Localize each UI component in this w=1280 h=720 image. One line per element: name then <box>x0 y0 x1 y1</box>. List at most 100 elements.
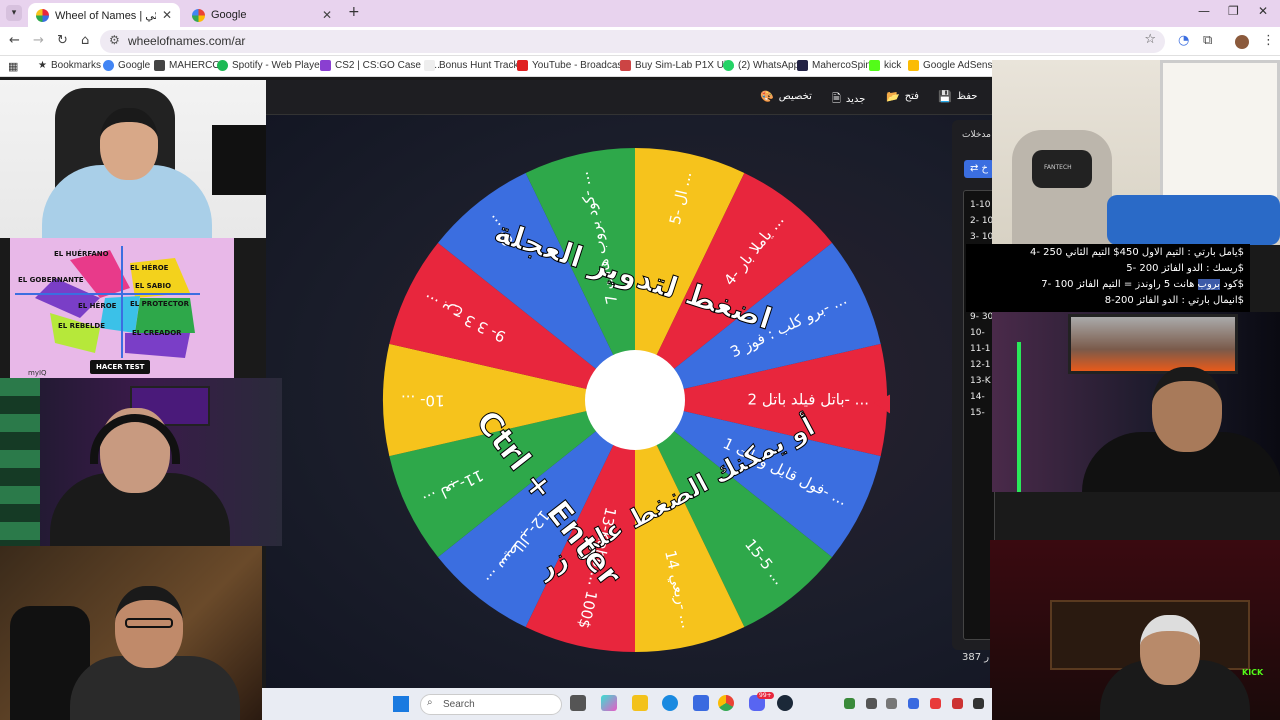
archetype-label: EL HÉROE <box>78 302 117 310</box>
customize-button[interactable]: 🎨 تخصيص <box>760 90 812 103</box>
wheel-center[interactable] <box>585 350 685 450</box>
prize-line: $يامل بارتي : التيم الاول 450$ التيم الث… <box>1029 247 1244 258</box>
selected-text: بروب <box>1197 279 1221 290</box>
reload-icon[interactable]: ↻ <box>57 33 68 48</box>
simlab-icon <box>620 60 631 71</box>
extension-icon[interactable]: ◔ <box>1178 33 1189 48</box>
bookmark-item[interactable]: ★ Bookmarks <box>38 60 101 71</box>
open-button[interactable]: 📂 فتح <box>886 90 919 103</box>
entries-count: 387 ر <box>962 652 990 663</box>
cs2-icon <box>320 60 331 71</box>
entry-line[interactable]: 2- 10 <box>970 216 993 226</box>
chair-brand: FANTECH <box>1044 164 1072 171</box>
tab-close-icon[interactable]: ✕ <box>322 8 332 22</box>
hacer-test-button[interactable]: HACER TEST <box>90 360 151 374</box>
bookmark-star-icon[interactable]: ☆ <box>1144 32 1156 47</box>
tray-icon[interactable] <box>973 698 984 709</box>
tray-icon[interactable] <box>886 698 897 709</box>
archetype-label: EL PROTECTOR <box>130 300 189 308</box>
forward-icon[interactable]: → <box>33 33 44 48</box>
webcam-bottom-right: KICK <box>990 540 1280 720</box>
webcam-middle-right <box>992 312 1280 492</box>
chrome-icon[interactable] <box>718 695 734 711</box>
kick-logo: KICK <box>1242 668 1264 677</box>
webcam-bottom-left <box>0 546 262 720</box>
bookmark-item[interactable]: Buy Sim-Lab P1X Ul... <box>620 60 734 71</box>
tab-title: Google <box>211 9 247 21</box>
archetype-label: EL SABIO <box>135 282 172 290</box>
entries-tab[interactable]: مدخلات <box>962 130 991 140</box>
archetype-map <box>15 246 200 358</box>
fireplace-tv <box>1068 314 1238 374</box>
taskbar-search-box[interactable]: Search <box>420 694 562 715</box>
bookmark-item[interactable]: kick <box>869 60 901 71</box>
tray-icon[interactable] <box>866 698 877 709</box>
tab-menu-button[interactable]: ▾ <box>6 5 22 21</box>
tray-icon[interactable] <box>930 698 941 709</box>
bookmark-item[interactable]: Google <box>103 60 150 71</box>
restore-icon[interactable]: ❐ <box>1228 4 1239 18</box>
light-bar <box>1017 342 1021 492</box>
windows-taskbar <box>262 688 992 720</box>
bookmark-item[interactable]: Google AdSense <box>908 60 998 71</box>
whatsapp-icon <box>723 60 734 71</box>
store-icon[interactable] <box>693 695 709 711</box>
new-button[interactable]: 🗎 جديد <box>832 90 865 109</box>
site-info-icon[interactable]: ⚙ <box>109 33 120 47</box>
spotify-icon <box>217 60 228 71</box>
bookmark-item[interactable]: YouTube - Broadcas... <box>517 60 631 71</box>
entry-line[interactable]: 3- 10 <box>970 232 993 242</box>
bookmark-item[interactable]: MahercoSpin <box>797 60 871 71</box>
maherco-icon <box>154 60 165 71</box>
copilot-icon[interactable] <box>601 695 617 711</box>
bookmark-item[interactable]: MAHERCO <box>154 60 220 71</box>
new-tab-button[interactable]: + <box>348 4 360 20</box>
task-view-icon[interactable] <box>570 695 586 711</box>
prize-line: $انيمال بارتي : الدو الفائز 200-8 <box>1104 295 1244 306</box>
file-icon: 🗎 <box>832 92 841 105</box>
kick-icon <box>869 60 880 71</box>
wheel-segment-label: 10- ... <box>401 392 445 410</box>
entry-line[interactable]: 1-10 <box>970 200 990 210</box>
puzzle-icon[interactable]: ⧉ <box>1203 33 1212 48</box>
star-icon: ★ <box>38 60 47 71</box>
tray-icon[interactable] <box>908 698 919 709</box>
start-button[interactable] <box>393 696 409 712</box>
shuffle-button[interactable]: ⇄ خ <box>964 160 994 178</box>
person-head <box>100 108 158 180</box>
close-window-icon[interactable]: ✕ <box>1258 4 1268 18</box>
menu-dots-icon[interactable]: ⋮ <box>1262 33 1275 48</box>
address-bar[interactable]: ⚙ wheelofnames.com/ar ☆ <box>100 30 1165 53</box>
entry-line[interactable]: 15- <box>970 408 985 418</box>
tray-icon[interactable] <box>952 698 963 709</box>
url-text: wheelofnames.com/ar <box>128 34 246 48</box>
tray-icon[interactable] <box>844 698 855 709</box>
tab-wheel-of-names[interactable]: Wheel of Names | اسم العشوائي ✕ <box>28 3 180 27</box>
bookmark-item[interactable]: Bonus Hunt Tracker <box>424 60 527 71</box>
back-icon[interactable]: ← <box>9 33 20 48</box>
minimize-icon[interactable]: — <box>1198 4 1210 18</box>
home-icon[interactable]: ⌂ <box>81 33 89 48</box>
prize-line: $ريسك : الدو الفائز 200 -5 <box>1126 263 1244 274</box>
save-button[interactable]: 💾 حفظ <box>938 90 977 103</box>
bookmark-item[interactable]: (2) WhatsApp <box>723 60 799 71</box>
steam-icon[interactable] <box>777 695 793 711</box>
profile-avatar-icon[interactable] <box>1235 35 1249 49</box>
entry-line[interactable]: 10- <box>970 328 985 338</box>
entry-line[interactable]: 13-K <box>970 376 991 386</box>
adsense-icon <box>908 60 919 71</box>
entry-line[interactable]: 12-1 <box>970 360 990 370</box>
entry-line[interactable]: 14- <box>970 392 985 402</box>
bookmark-item[interactable]: Spotify - Web Playe... <box>217 60 328 71</box>
archetype-label: EL HÉROE <box>130 264 169 272</box>
edge-icon[interactable] <box>662 695 678 711</box>
bookmark-item[interactable]: CS2 | CS:GO Case O... <box>320 60 440 71</box>
entry-line[interactable]: 11-1 <box>970 344 990 354</box>
spin-wheel[interactable]: باتل فيلد باتل 2- ...فول قايل ومات 1- ..… <box>380 145 890 655</box>
entry-line[interactable]: 9- 30 <box>970 312 993 322</box>
file-explorer-icon[interactable] <box>632 695 648 711</box>
tab-google[interactable]: Google ✕ <box>184 3 340 27</box>
webcam-top-right: FANTECH <box>992 60 1280 245</box>
apps-grid-icon[interactable]: ▦ <box>8 60 18 73</box>
tab-close-icon[interactable]: ✕ <box>162 8 172 22</box>
